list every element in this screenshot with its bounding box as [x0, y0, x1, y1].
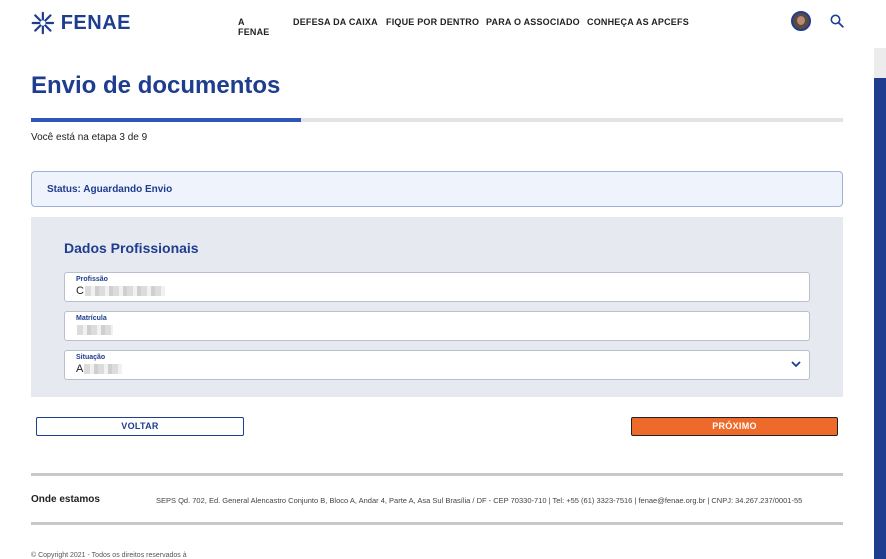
matricula-value [76, 324, 113, 336]
copyright-text: © Copyright 2021 - Todos os direitos res… [31, 552, 187, 559]
page-scrollbar[interactable] [874, 0, 886, 559]
browser-viewport: FENAE A FENAE DEFESA DA CAIXA FIQUE POR … [0, 0, 874, 559]
next-button[interactable]: PRÓXIMO [631, 417, 838, 436]
status-text: Status: Aguardando Envio [47, 184, 173, 195]
field-label: Situação [76, 354, 106, 361]
chevron-down-icon[interactable] [791, 360, 801, 368]
step-indicator: Você está na etapa 3 de 9 [31, 132, 148, 143]
redacted-text [84, 364, 123, 375]
status-banner: Status: Aguardando Envio [31, 171, 843, 207]
scrollbar-track [874, 78, 886, 559]
fenae-logo[interactable]: FENAE [31, 8, 131, 38]
nav-conheca-as-apcefs[interactable]: CONHEÇA AS APCEFS [587, 17, 689, 27]
user-avatar[interactable] [791, 11, 811, 31]
situacao-select[interactable]: Situação A [64, 350, 810, 380]
nav-defesa-da-caixa[interactable]: DEFESA DA CAIXA [293, 17, 378, 27]
redacted-text [77, 325, 113, 336]
scrollbar-thumb[interactable] [874, 0, 886, 48]
nav-para-o-associado[interactable]: PARA O ASSOCIADO [486, 17, 580, 27]
field-label: Profissão [76, 276, 108, 283]
back-button[interactable]: VOLTAR [36, 417, 244, 436]
situacao-value: A [76, 363, 123, 375]
matricula-field[interactable]: Matrícula [64, 311, 810, 341]
profissao-value: C [76, 285, 165, 297]
fenae-star-logo-icon [31, 11, 55, 35]
nav-a-fenae[interactable]: A FENAE [238, 17, 270, 37]
field-label: Matrícula [76, 315, 107, 322]
progress-fill [31, 118, 302, 122]
nav-fique-por-dentro[interactable]: FIQUE POR DENTRO [386, 17, 479, 27]
logo-text: FENAE [60, 11, 131, 34]
search-icon[interactable] [830, 14, 844, 28]
professional-data-panel: Dados Profissionais Profissão C Matrícul… [31, 217, 843, 397]
progress-bar [31, 118, 843, 122]
profissao-field[interactable]: Profissão C [64, 272, 810, 302]
footer-where-title: Onde estamos [31, 494, 100, 505]
page-title: Envio de documentos [31, 72, 281, 99]
footer-address: SEPS Qd. 702, Ed. General Alencastro Con… [156, 496, 803, 505]
footer-divider [31, 522, 843, 525]
avatar-face [797, 16, 805, 25]
redacted-text [84, 286, 165, 297]
section-title: Dados Profissionais [64, 240, 199, 256]
footer-divider [31, 473, 843, 476]
